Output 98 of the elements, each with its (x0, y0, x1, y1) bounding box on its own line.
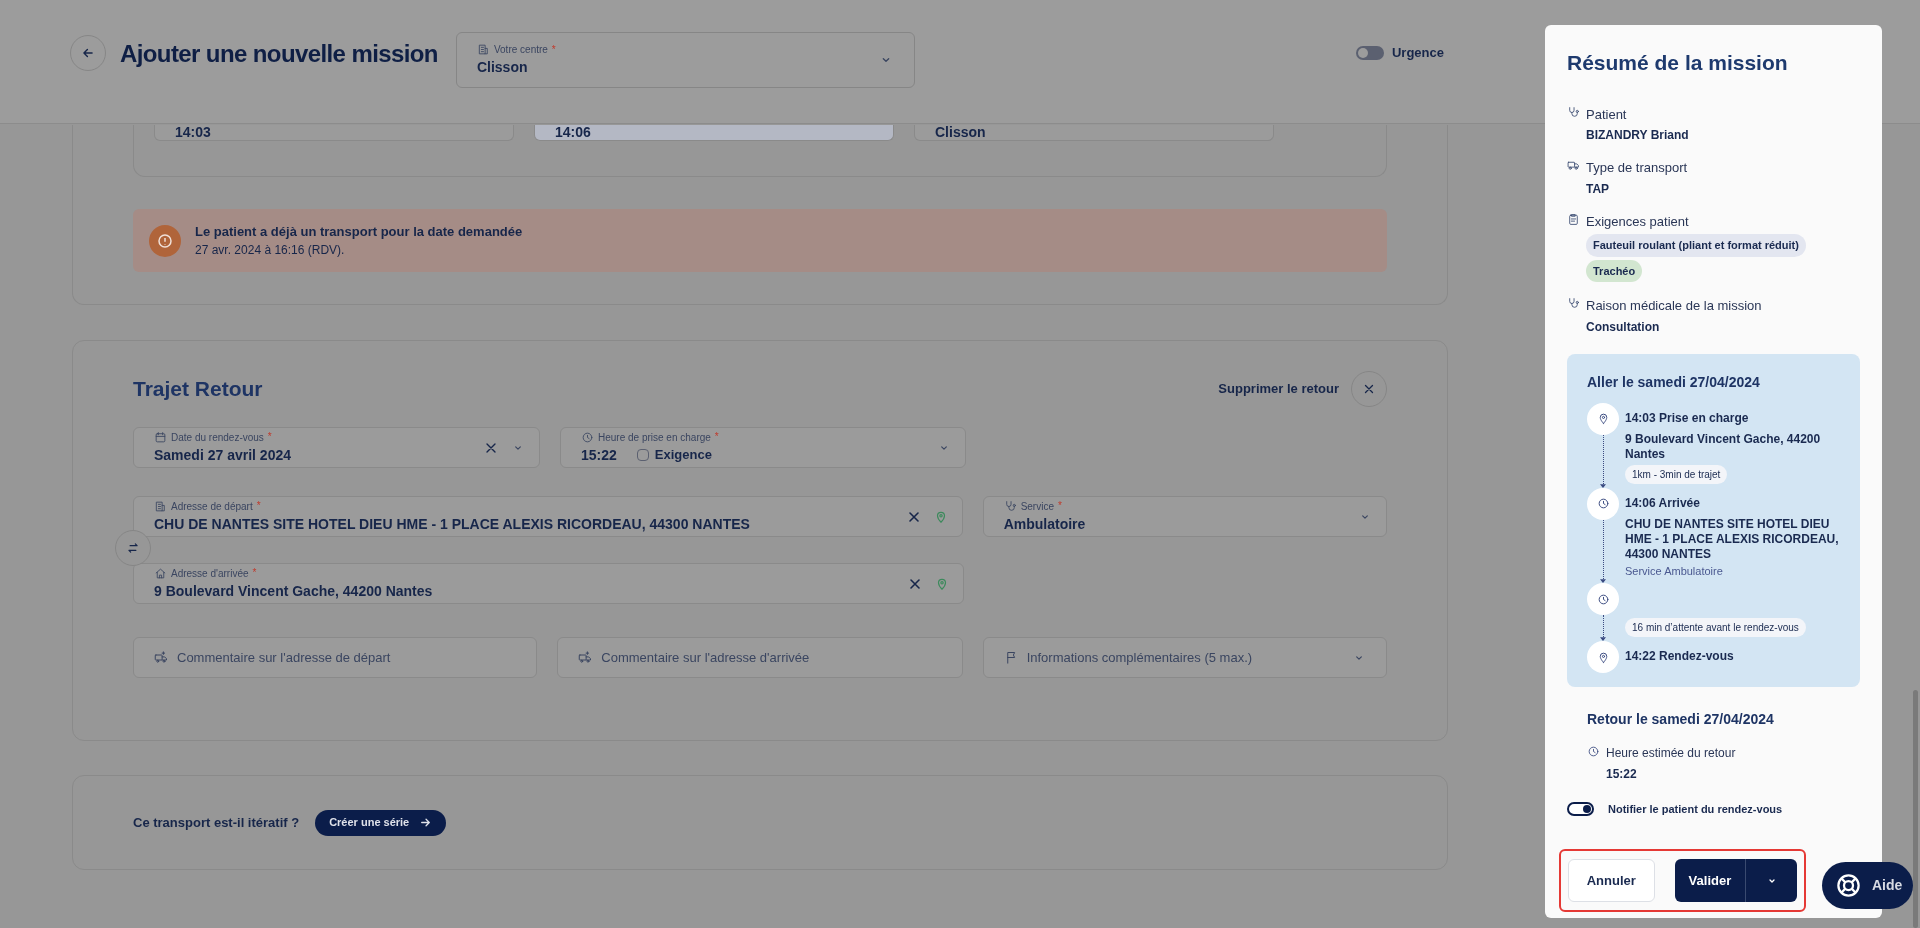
warning-icon (149, 224, 181, 257)
field-value: 15:22 (581, 445, 617, 465)
validate-button[interactable]: Valider (1674, 859, 1747, 902)
item-value: Consultation (1586, 318, 1661, 336)
clock-icon (1587, 745, 1600, 758)
comment-field[interactable]: Informations complémentaires (5 max.) (982, 637, 1387, 678)
itinerary-title: Aller le samedi 27/04/2024 (1587, 372, 1761, 392)
item-value: 15:22 (1606, 766, 1638, 783)
time-field[interactable]: Clisson (914, 125, 1274, 141)
input-field[interactable]: Adresse d'arrivée * 9 Boulevard Vincent Gache, 44200 Nantes (133, 563, 964, 604)
input-field[interactable]: Date du rendez-vous * Samedi 27 avril 2024 (133, 427, 540, 468)
page-title: Ajouter une nouvelle mission (120, 39, 438, 69)
placeholder-text: Commentaire sur l'adresse de départ (177, 648, 392, 667)
item-label: Type de transport (1586, 159, 1688, 177)
clipboard-icon (1567, 212, 1580, 226)
clock-icon (1596, 497, 1610, 510)
item-label: Raison médicale de la mission (1586, 297, 1762, 315)
comment-field[interactable]: Commentaire sur l'adresse de départ (133, 637, 538, 678)
required-mark: * (1058, 501, 1062, 511)
item-value: TAP (1586, 180, 1611, 198)
field-label: Adresse d'arrivée (171, 566, 249, 581)
building-icon (154, 499, 167, 513)
item-value: BIZANDRY Briand (1586, 127, 1689, 144)
cancel-button[interactable]: Annuler (1568, 859, 1655, 902)
field-value: Ambulatoire (1003, 514, 1087, 534)
swap-icon (126, 541, 140, 555)
duration-badge: 1km - 3min de trajet (1625, 464, 1728, 484)
item-label: Heure estimée du retour (1606, 745, 1736, 762)
stethoscope-icon (1567, 297, 1580, 310)
requirement-tag: Trachéo (1586, 259, 1643, 282)
select-value: Clisson (476, 58, 529, 77)
item-label: Patient (1586, 105, 1628, 124)
clock-icon (1596, 592, 1610, 606)
close-icon (1362, 382, 1376, 396)
stethoscope-icon (1003, 499, 1017, 513)
connector-line (1600, 615, 1606, 641)
required-mark: * (267, 432, 272, 442)
building-icon (476, 43, 490, 56)
scrollbar[interactable] (1913, 690, 1918, 928)
input-field[interactable]: Adresse de départ * CHU DE NANTES SITE HOTEL DIEU HME - 1 PLACE ALEXIS RICORDEAU, 44300 NANTES (133, 496, 963, 537)
truck-icon (578, 650, 594, 665)
truck-icon (1567, 159, 1580, 172)
field-label: Service (1020, 499, 1054, 514)
required-mark: * (551, 44, 556, 55)
create-series-button[interactable]: Créer une série (315, 809, 447, 836)
notify-toggle[interactable] (1567, 802, 1594, 817)
field-label: Heure de prise en charge (598, 430, 711, 445)
connector-line (1600, 519, 1606, 583)
step-service: Service Ambulatoire (1625, 563, 1724, 579)
return-title: Retour le samedi 27/04/2024 (1587, 710, 1775, 729)
step-title: 14:06 Arrivée (1625, 494, 1701, 512)
panel-title: Résumé de la mission (1567, 50, 1789, 76)
validate-split-button[interactable]: Valider (1674, 859, 1797, 902)
alert-title: Le patient a déjà un transport pour la date demandée (195, 222, 523, 241)
required-mark: * (714, 432, 719, 442)
arrow-icon (419, 816, 433, 829)
field-label: Date du rendez-vous (171, 430, 264, 445)
field-label: Votre centre (493, 43, 548, 57)
truck-icon (154, 650, 169, 665)
swap-button[interactable] (115, 530, 151, 566)
time-field[interactable]: 14:03 (154, 125, 514, 141)
remove-return-link[interactable]: Supprimer le retour (1218, 379, 1339, 399)
item-label: Exigences patient (1586, 212, 1690, 231)
input-field[interactable]: Heure de prise en charge * 15:22 Exigence (560, 427, 966, 468)
comment-field[interactable]: Commentaire sur l'adresse d'arrivée (557, 637, 963, 678)
alert-text: 27 avr. 2024 à 16:16 (RDV). (195, 242, 346, 260)
step-title: 14:03 Prise en charge (1625, 409, 1750, 427)
stethoscope-icon (1567, 105, 1580, 119)
placeholder-text: Informations complémentaires (5 max.) (1026, 648, 1254, 667)
duration-badge: 16 min d’attente avant le rendez-vous (1625, 618, 1806, 637)
center-select[interactable]: Votre centre * Clisson (455, 32, 915, 88)
field-value: CHU DE NANTES SITE HOTEL DIEU HME - 1 PLACE ALEXIS RICORDEAU, 44300 NANTES (154, 514, 751, 534)
location-pin-icon (935, 576, 949, 591)
field-value: Samedi 27 avril 2024 (154, 445, 292, 465)
section-title: Trajet Retour (133, 376, 263, 403)
home-icon (154, 566, 167, 580)
urgency-toggle[interactable] (1355, 45, 1384, 60)
connector-line (1600, 434, 1606, 488)
lifebuoy-icon (1835, 872, 1862, 899)
step-title: 14:22 Rendez-vous (1625, 648, 1734, 665)
field-value: 9 Boulevard Vincent Gache, 44200 Nantes (154, 581, 434, 601)
question-text: Ce transport est-il itératif ? (133, 813, 300, 832)
toggle-label: Urgence (1391, 44, 1444, 62)
input-field[interactable]: Service * Ambulatoire (982, 496, 1387, 537)
calendar-icon (154, 430, 167, 444)
back-arrow-icon (81, 46, 95, 60)
required-mark: * (256, 501, 261, 511)
toggle-label: Notifier le patient du rendez-vous (1608, 802, 1783, 817)
step-address: 9 Boulevard Vincent Gache, 44200 Nantes (1625, 431, 1822, 462)
checkbox[interactable] (636, 449, 649, 461)
placeholder-text: Commentaire sur l'adresse d'arrivée (601, 648, 811, 667)
help-button[interactable]: Aide (1822, 862, 1913, 909)
step-address: CHU DE NANTES SITE HOTEL DIEU HME - 1 PLACE ALEXIS RICORDEAU, 44300 NANTES (1625, 516, 1840, 562)
field-label: Adresse de départ (171, 499, 253, 514)
checkbox-label: Exigence (654, 446, 712, 465)
required-mark: * (252, 568, 257, 578)
requirement-tag: Fauteuil roulant (pliant et format réduit) (1586, 234, 1806, 257)
clock-icon (581, 430, 594, 444)
